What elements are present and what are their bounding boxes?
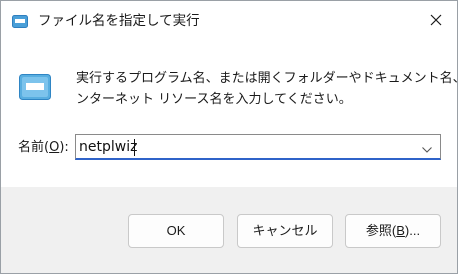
chevron-down-icon xyxy=(422,138,432,157)
browse-button[interactable]: 参照(B)... xyxy=(345,214,441,248)
run-dialog-icon xyxy=(19,74,51,100)
name-input[interactable]: netplwiz xyxy=(79,138,137,156)
run-dialog: ファイル名を指定して実行 実行するプログラム名、または開くフォルダーやドキュメン… xyxy=(0,0,458,274)
name-label: 名前(O): xyxy=(18,139,69,157)
title-bar[interactable]: ファイル名を指定して実行 xyxy=(1,1,457,41)
close-button[interactable] xyxy=(413,1,457,39)
button-bar: OK キャンセル 参照(B)... xyxy=(1,187,457,273)
name-combobox[interactable]: netplwiz xyxy=(75,134,441,160)
ok-button[interactable]: OK xyxy=(128,214,224,248)
window-title: ファイル名を指定して実行 xyxy=(38,13,200,29)
browse-access-key: B xyxy=(396,223,405,238)
description-line-2: ンターネット リソース名を入力してください。 xyxy=(76,92,352,107)
description-line-1: 実行するプログラム名、または開くフォルダーやドキュメント名、イ xyxy=(76,71,458,86)
close-icon xyxy=(430,11,442,30)
name-label-suffix: ): xyxy=(59,140,69,155)
run-dialog-icon xyxy=(12,13,28,28)
browse-label-suffix: )... xyxy=(404,223,421,238)
text-caret xyxy=(134,139,135,156)
name-label-prefix: 名前( xyxy=(18,140,50,155)
cancel-button[interactable]: キャンセル xyxy=(237,214,333,248)
dialog-content: 実行するプログラム名、または開くフォルダーやドキュメント名、イ ンターネット リ… xyxy=(1,41,457,187)
browse-label-prefix: 参照( xyxy=(365,223,397,238)
dropdown-button[interactable] xyxy=(417,138,437,156)
name-label-access-key: O xyxy=(49,140,60,155)
description-text: 実行するプログラム名、または開くフォルダーやドキュメント名、イ ンターネット リ… xyxy=(76,68,458,110)
